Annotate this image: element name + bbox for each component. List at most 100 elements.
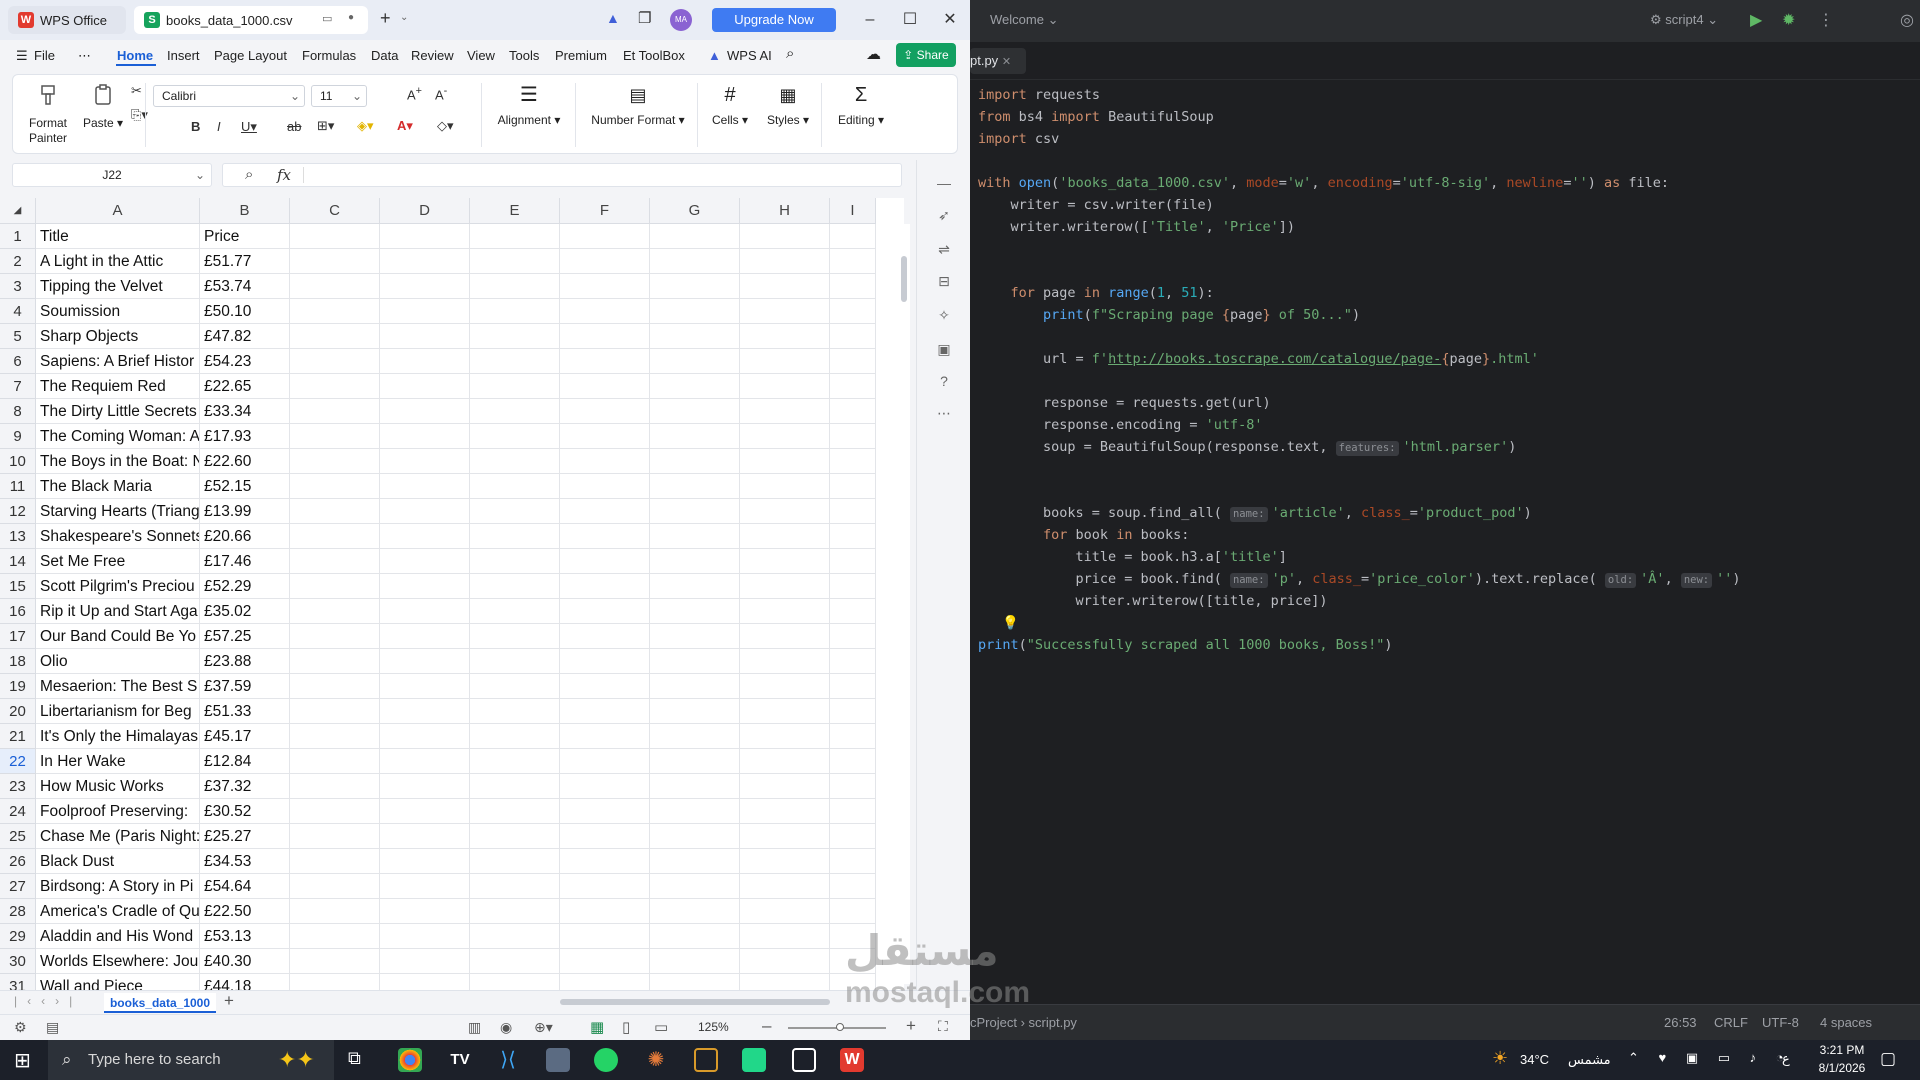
table-cell[interactable] — [380, 674, 470, 699]
table-cell[interactable] — [290, 574, 380, 599]
windows-start-icon[interactable]: ⊞ — [14, 1048, 31, 1073]
cursor-position[interactable]: 26:53 — [1664, 1015, 1697, 1030]
clock-time[interactable]: 3:21 PM — [1812, 1043, 1872, 1057]
fill-color-icon[interactable]: ◈▾ — [357, 118, 374, 134]
table-cell[interactable]: £33.34 — [200, 399, 290, 424]
menu-review[interactable]: Review — [411, 48, 454, 63]
table-cell[interactable] — [830, 724, 876, 749]
table-cell[interactable] — [470, 699, 560, 724]
decrease-font-icon[interactable]: A- — [435, 85, 447, 102]
table-cell[interactable] — [380, 824, 470, 849]
sheet-nav-icon[interactable]: |‹‹›| — [14, 994, 82, 1008]
strikethrough-icon[interactable]: ab — [287, 119, 301, 134]
table-cell[interactable] — [650, 774, 740, 799]
row-header[interactable]: 3 — [0, 274, 36, 299]
table-cell[interactable]: Scott Pilgrim's Preciou — [36, 574, 200, 599]
table-cell[interactable]: £23.88 — [200, 649, 290, 674]
table-cell[interactable] — [560, 274, 650, 299]
menu-home[interactable]: Home — [117, 48, 153, 63]
table-cell[interactable]: £22.60 — [200, 449, 290, 474]
table-cell[interactable] — [740, 874, 830, 899]
task-view-icon[interactable]: ⧉ — [348, 1048, 372, 1072]
horizontal-scroll-thumb[interactable] — [560, 999, 830, 1005]
table-cell[interactable]: £51.33 — [200, 699, 290, 724]
table-cell[interactable]: £30.52 — [200, 799, 290, 824]
table-cell[interactable]: Sharp Objects — [36, 324, 200, 349]
table-cell[interactable] — [740, 599, 830, 624]
table-cell[interactable] — [470, 524, 560, 549]
table-cell[interactable]: £54.64 — [200, 874, 290, 899]
row-header[interactable]: 30 — [0, 949, 36, 974]
table-cell[interactable]: Tipping the Velvet — [36, 274, 200, 299]
add-sheet-icon[interactable]: + — [224, 991, 234, 1011]
table-cell[interactable] — [830, 274, 876, 299]
tab-books-csv[interactable]: Sbooks_data_1000.csv ▭ ● — [134, 6, 368, 34]
number-format-button[interactable]: ▤ Number Format ▾ — [583, 83, 693, 127]
table-cell[interactable] — [560, 799, 650, 824]
files-icon[interactable] — [694, 1048, 718, 1072]
table-cell[interactable] — [380, 774, 470, 799]
cut-icon[interactable]: ✂ — [131, 83, 142, 99]
table-cell[interactable]: £51.77 — [200, 249, 290, 274]
table-cell[interactable] — [380, 874, 470, 899]
table-cell[interactable] — [560, 549, 650, 574]
table-cell[interactable] — [560, 524, 650, 549]
file-encoding[interactable]: UTF-8 — [1762, 1015, 1799, 1030]
table-cell[interactable] — [290, 299, 380, 324]
taskbar-search-input[interactable]: ⌕ Type here to search ✦✦ — [48, 1040, 334, 1080]
table-cell[interactable] — [560, 674, 650, 699]
menu-formulas[interactable]: Formulas — [302, 48, 356, 63]
table-cell[interactable]: Olio — [36, 649, 200, 674]
table-cell[interactable] — [470, 499, 560, 524]
menu-file[interactable]: File — [34, 48, 55, 63]
menu-page-layout[interactable]: Page Layout — [214, 48, 287, 63]
table-cell[interactable]: Starving Hearts (Triang — [36, 499, 200, 524]
format-painter-button[interactable]: Format Painter — [23, 83, 73, 146]
fx-icon[interactable]: fx — [277, 166, 291, 184]
table-cell[interactable] — [830, 449, 876, 474]
table-cell[interactable]: £50.10 — [200, 299, 290, 324]
table-cell[interactable] — [380, 549, 470, 574]
table-cell[interactable] — [470, 649, 560, 674]
table-cell[interactable] — [380, 799, 470, 824]
table-cell[interactable] — [650, 574, 740, 599]
table-cell[interactable] — [560, 824, 650, 849]
table-cell[interactable] — [830, 699, 876, 724]
select-all-corner[interactable]: ◢ — [0, 198, 36, 224]
table-cell[interactable] — [380, 749, 470, 774]
table-cell[interactable] — [650, 949, 740, 974]
table-cell[interactable]: Price — [200, 224, 290, 249]
table-cell[interactable] — [470, 374, 560, 399]
table-cell[interactable]: The Coming Woman: A — [36, 424, 200, 449]
table-cell[interactable]: £53.74 — [200, 274, 290, 299]
table-cell[interactable] — [740, 949, 830, 974]
column-header-E[interactable]: E — [470, 198, 560, 224]
row-header[interactable]: 14 — [0, 549, 36, 574]
table-cell[interactable] — [380, 374, 470, 399]
table-cell[interactable]: £22.65 — [200, 374, 290, 399]
table-cell[interactable]: £40.30 — [200, 949, 290, 974]
table-cell[interactable] — [380, 574, 470, 599]
table-cell[interactable] — [830, 749, 876, 774]
table-cell[interactable] — [830, 674, 876, 699]
table-cell[interactable] — [560, 924, 650, 949]
freeze-icon[interactable]: ⊕▾ — [534, 1019, 553, 1036]
table-cell[interactable] — [290, 524, 380, 549]
table-cell[interactable] — [470, 424, 560, 449]
row-header[interactable]: 13 — [0, 524, 36, 549]
table-cell[interactable] — [830, 424, 876, 449]
pycharm-icon[interactable] — [742, 1048, 766, 1072]
table-cell[interactable] — [380, 924, 470, 949]
table-cell[interactable] — [380, 624, 470, 649]
table-cell[interactable]: The Requiem Red — [36, 374, 200, 399]
table-cell[interactable] — [740, 374, 830, 399]
hamburger-icon[interactable]: ☰ — [16, 48, 28, 64]
collapse-icon[interactable]: — — [935, 174, 953, 192]
font-size-select[interactable]: 11 ⌄ — [311, 85, 367, 107]
table-cell[interactable] — [740, 849, 830, 874]
table-cell[interactable]: £52.29 — [200, 574, 290, 599]
page-layout-icon[interactable]: ▯ — [622, 1018, 630, 1036]
close-tab-icon[interactable]: ✕ — [1002, 56, 1011, 68]
table-cell[interactable] — [650, 524, 740, 549]
table-cell[interactable] — [560, 374, 650, 399]
